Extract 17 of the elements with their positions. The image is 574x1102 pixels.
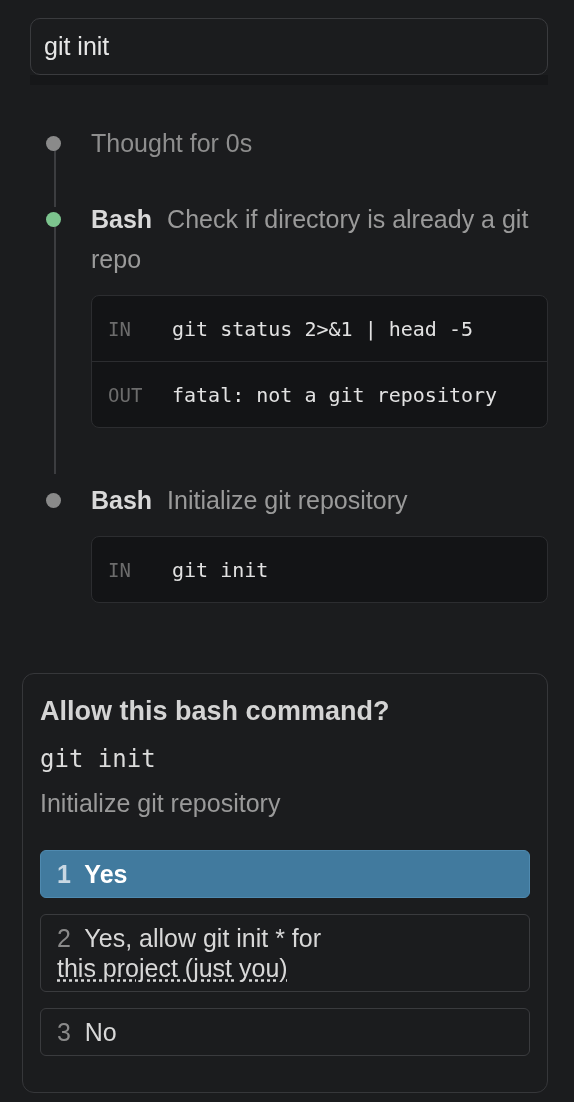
option-item[interactable]: 1 Yes <box>40 850 530 898</box>
io-text: git init <box>172 557 269 582</box>
command-text: git init <box>40 745 157 773</box>
option-item[interactable]: 2 Yes, allow git init * for this project (just you) <box>40 914 530 992</box>
io-label: IN <box>108 558 132 581</box>
io-label: OUT <box>108 383 144 406</box>
option-item[interactable]: 3 No <box>40 1008 530 1056</box>
io-label: IN <box>108 317 132 340</box>
scope-link[interactable]: this project (just you) <box>57 954 288 982</box>
permission-title: Allow this bash command? <box>40 696 391 727</box>
io-text: git status 2>&1 | head -5 <box>172 316 474 341</box>
step-heading: Bash Initialize git repository <box>91 485 409 516</box>
command-description: Initialize git repository <box>40 789 282 818</box>
prompt-field[interactable]: git init <box>30 18 548 75</box>
io-text: fatal: not a git repository <box>172 382 498 407</box>
step-heading: Bash Check if directory is already a git repo <box>91 204 530 275</box>
thought-text: Thought for 0s <box>91 128 254 159</box>
